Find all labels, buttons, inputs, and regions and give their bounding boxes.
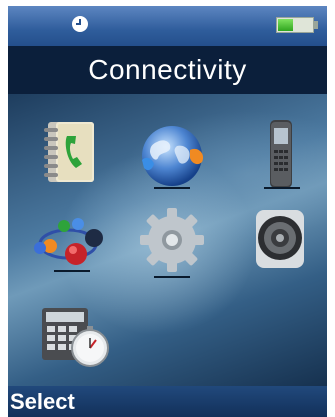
battery-cap (314, 21, 318, 29)
menu-item-settings[interactable] (132, 200, 212, 280)
menu-item-internet[interactable] (132, 116, 212, 196)
select-softkey[interactable]: Select (10, 389, 75, 415)
title-bar: Connectivity (8, 46, 327, 94)
menu-item-calculator[interactable] (34, 298, 114, 378)
globe-network-icon (142, 126, 204, 189)
menu-grid (8, 94, 327, 386)
phonebook-icon (44, 122, 94, 182)
status-bar (8, 6, 327, 46)
menu-item-handset[interactable] (240, 114, 320, 194)
page-title: Connectivity (88, 54, 247, 85)
connected-nodes-icon (34, 218, 103, 272)
menu-item-network-connections[interactable] (28, 204, 108, 284)
calculator-stopwatch-icon (42, 308, 109, 367)
battery-level (278, 19, 293, 31)
clock-icon (72, 16, 88, 32)
phone-screen: Connectivity Select (8, 6, 327, 417)
menu-item-phonebook[interactable] (34, 114, 114, 194)
softkey-bar: Select (8, 386, 327, 417)
gear-icon (140, 208, 204, 278)
menu-item-audio[interactable] (238, 200, 318, 280)
speaker-icon (256, 210, 304, 268)
battery-icon (276, 17, 314, 33)
handset-icon (264, 120, 300, 189)
